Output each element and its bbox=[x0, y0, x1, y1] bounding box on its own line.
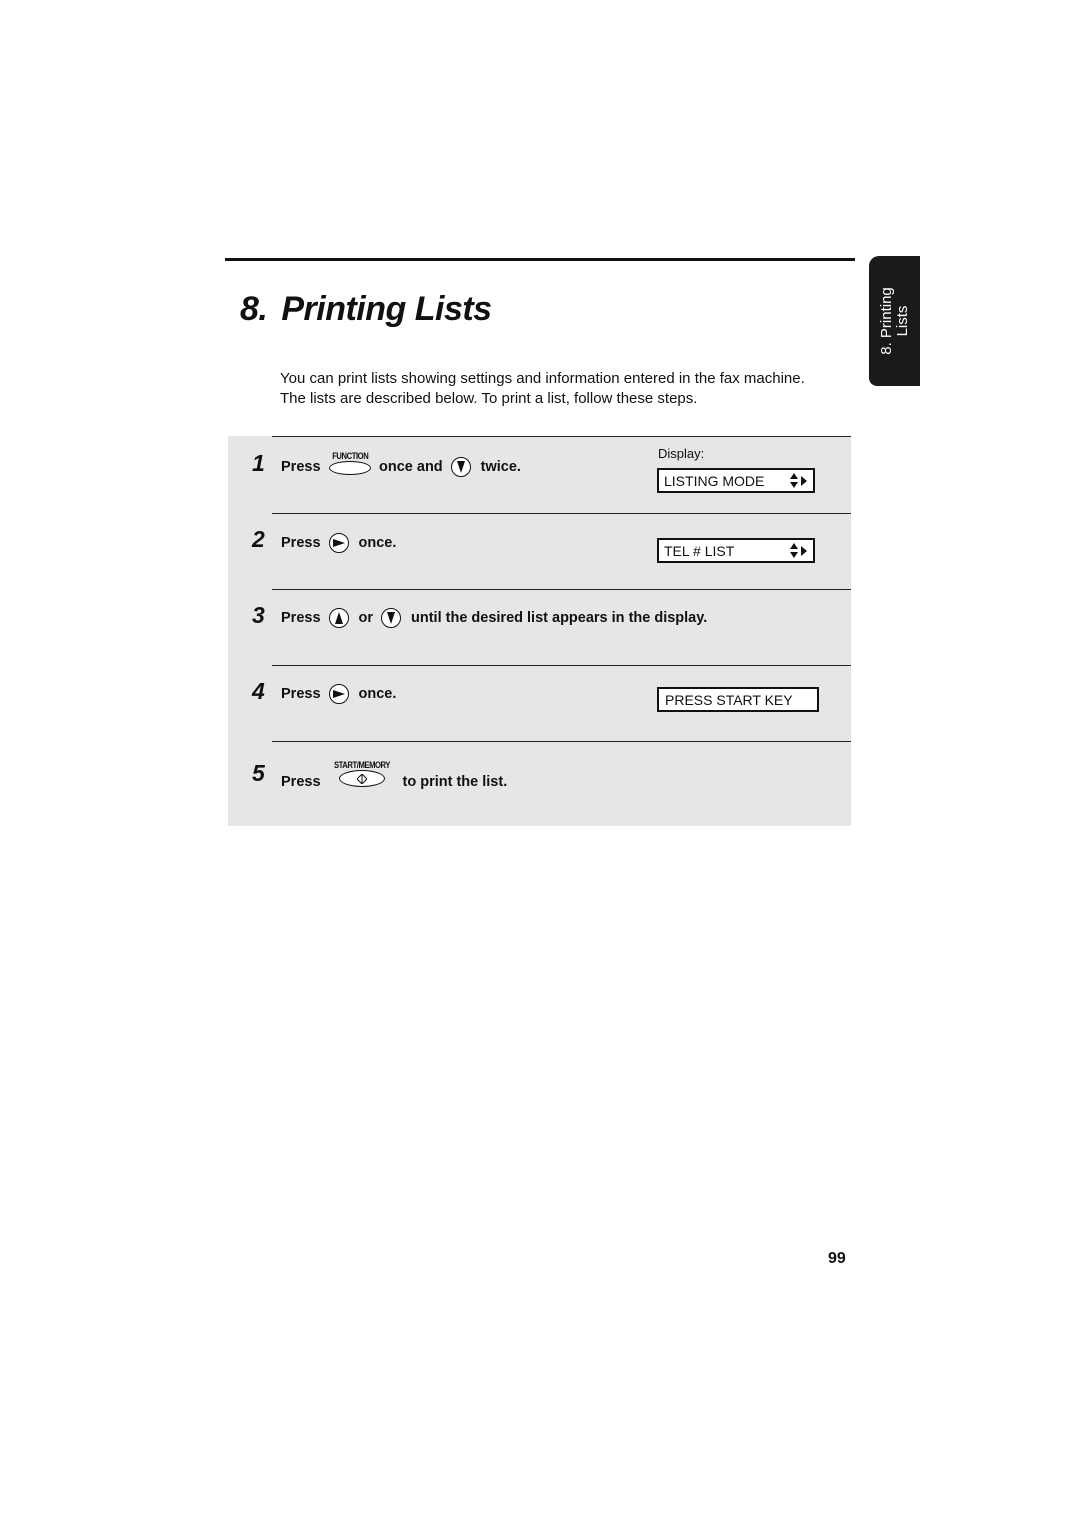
divider bbox=[272, 589, 851, 590]
divider bbox=[272, 513, 851, 514]
chapter-side-tab: 8. Printing Lists bbox=[869, 256, 920, 386]
chapter-title: Printing Lists bbox=[281, 290, 492, 328]
step-end-text: once. bbox=[358, 535, 397, 551]
step-end-text: to print the list. bbox=[402, 773, 508, 790]
lcd-text: PRESS START KEY bbox=[665, 691, 793, 708]
lcd-display-1: LISTING MODE bbox=[657, 468, 815, 493]
lcd-display-2: TEL # LIST bbox=[657, 538, 815, 563]
step-end-text: once. bbox=[358, 686, 397, 702]
step-2-number: 2 bbox=[252, 526, 265, 552]
page-title: 8. Printing Lists bbox=[240, 290, 492, 329]
function-key-label: FUNCTION bbox=[331, 451, 369, 461]
right-arrow-key-icon bbox=[328, 533, 349, 553]
side-tab-line2: Lists bbox=[893, 305, 911, 337]
up-arrow-key-icon bbox=[328, 608, 349, 628]
step-end-text: until the desired list appears in the di… bbox=[411, 610, 708, 626]
function-key-icon: FUNCTION bbox=[328, 451, 372, 475]
step-1-text: Press FUNCTION once and twice. bbox=[281, 451, 521, 479]
step-press-word: Press bbox=[281, 535, 321, 551]
step-2-text: Press once. bbox=[281, 533, 396, 553]
divider bbox=[272, 741, 851, 742]
step-5-text: Press START/MEMORY to print the list. bbox=[281, 760, 508, 790]
lcd-display-3: PRESS START KEY bbox=[657, 687, 819, 712]
page-number: 99 bbox=[828, 1250, 846, 1267]
step-press-word: Press bbox=[281, 773, 321, 790]
step-middle-text: or bbox=[358, 610, 374, 626]
right-arrow-key-icon bbox=[328, 684, 349, 704]
step-4-number: 4 bbox=[252, 678, 265, 704]
step-press-word: Press bbox=[281, 459, 321, 475]
top-rule bbox=[225, 258, 855, 261]
chapter-number: 8. bbox=[240, 290, 268, 328]
step-5-number: 5 bbox=[252, 760, 265, 786]
step-press-word: Press bbox=[281, 610, 321, 626]
start-memory-key-icon: START/MEMORY bbox=[329, 760, 395, 787]
step-1-number: 1 bbox=[252, 450, 265, 476]
display-label: Display: bbox=[658, 446, 705, 461]
step-4-text: Press once. bbox=[281, 684, 396, 704]
divider bbox=[272, 436, 851, 437]
down-arrow-key-icon bbox=[450, 457, 471, 477]
side-tab-line1: 8. Printing bbox=[877, 287, 895, 355]
start-memory-key-label: START/MEMORY bbox=[333, 760, 390, 770]
step-3-number: 3 bbox=[252, 602, 265, 628]
up-down-right-arrows-icon bbox=[790, 473, 807, 488]
step-press-word: Press bbox=[281, 686, 321, 702]
down-arrow-key-icon bbox=[381, 608, 402, 628]
lcd-text: TEL # LIST bbox=[664, 542, 735, 559]
step-end-text: twice. bbox=[480, 459, 521, 475]
lcd-text: LISTING MODE bbox=[664, 472, 765, 489]
step-middle-text: once and bbox=[379, 459, 443, 475]
divider bbox=[272, 665, 851, 666]
step-3-text: Press or until the desired list appears … bbox=[281, 608, 707, 628]
up-down-right-arrows-icon bbox=[790, 543, 807, 558]
intro-paragraph: You can print lists showing settings and… bbox=[280, 370, 805, 407]
